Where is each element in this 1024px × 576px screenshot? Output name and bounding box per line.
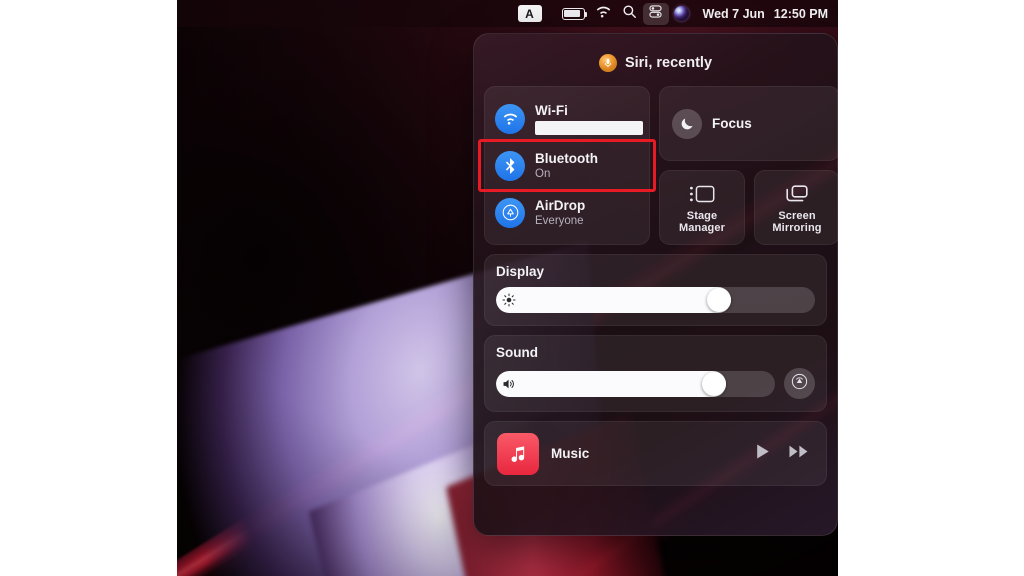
sound-slider-row	[496, 368, 815, 399]
display-brightness-slider[interactable]	[496, 287, 815, 313]
airdrop-label: AirDrop	[535, 197, 586, 213]
control-center-panel: Siri, recently Wi-Fi Bluetooth On AirDro…	[473, 33, 838, 536]
sound-slider-fill	[496, 370, 726, 397]
wifi-network-redacted	[535, 120, 643, 135]
display-slider-fill	[496, 287, 732, 313]
connectivity-item-bluetooth[interactable]: Bluetooth On	[485, 142, 649, 189]
siri-header-label: Siri, recently	[624, 55, 713, 71]
input-source-badge: A	[517, 5, 542, 22]
control-center-icon	[648, 4, 663, 24]
search-icon	[622, 4, 637, 24]
display-title: Display	[496, 264, 545, 279]
wifi-text-block: Wi-Fi	[535, 102, 643, 135]
airplay-audio-button[interactable]	[784, 368, 815, 399]
menubar-wifi[interactable]	[590, 3, 617, 25]
bluetooth-icon	[495, 150, 525, 181]
stage-manager-tile[interactable]: Stage Manager	[659, 170, 745, 245]
screen-mirroring-tile[interactable]: Screen Mirroring	[754, 170, 838, 245]
bluetooth-label: Bluetooth	[535, 150, 598, 166]
screen-mirroring-label: Screen Mirroring	[772, 209, 822, 235]
focus-tile[interactable]: Focus	[659, 86, 838, 161]
siri-recently-header[interactable]: Siri, recently	[484, 44, 827, 82]
airplay-audio-icon	[791, 373, 808, 395]
connectivity-item-wifi[interactable]: Wi-Fi	[485, 95, 649, 142]
bluetooth-status: On	[535, 167, 551, 180]
music-app-icon[interactable]	[497, 432, 539, 475]
control-center-square-row: Stage Manager Screen Mirroring	[659, 170, 838, 245]
play-icon[interactable]	[753, 442, 772, 466]
music-controls	[753, 442, 814, 466]
airdrop-text-block: AirDrop Everyone	[535, 198, 585, 228]
siri-orb-icon	[674, 6, 690, 21]
speaker-icon	[502, 377, 516, 391]
airdrop-status: Everyone	[535, 214, 584, 227]
screenshot-canvas: A Wed 7 Jun 12:50 PM Siri, recently Wi-F…	[0, 0, 1024, 576]
menubar-clock[interactable]: Wed 7 Jun 12:50 PM	[703, 7, 830, 21]
menubar-time: 12:50 PM	[773, 6, 828, 21]
sound-slider-knob[interactable]	[701, 371, 726, 396]
display-slider-row	[496, 287, 815, 313]
battery-icon	[561, 7, 587, 20]
fast-forward-icon[interactable]	[788, 442, 810, 466]
screen-mirroring-icon	[785, 183, 809, 205]
menubar-date: Wed 7 Jun	[702, 6, 765, 21]
menubar-spotlight-search[interactable]	[617, 3, 643, 25]
moon-icon	[672, 108, 702, 139]
connectivity-item-airdrop[interactable]: AirDrop Everyone	[485, 189, 649, 236]
focus-label: Focus	[712, 116, 752, 131]
control-center-right-column: Focus Stage Manager Screen Mirroring	[659, 86, 838, 245]
display-group: Display	[484, 254, 827, 326]
siri-mic-icon	[598, 54, 617, 72]
stage-manager-label: Stage Manager	[679, 209, 725, 235]
stage-manager-icon	[689, 183, 715, 205]
menubar-battery[interactable]	[557, 3, 590, 25]
sound-volume-slider[interactable]	[496, 370, 775, 397]
sound-title: Sound	[496, 345, 538, 360]
menubar-control-center[interactable]	[642, 2, 669, 25]
wifi-icon	[595, 5, 612, 23]
brightness-icon	[502, 293, 516, 307]
menu-bar: A Wed 7 Jun 12:50 PM	[177, 0, 838, 27]
music-label: Music	[551, 446, 590, 461]
macos-desktop: A Wed 7 Jun 12:50 PM Siri, recently Wi-F…	[177, 0, 838, 576]
menubar-input-source[interactable]: A	[513, 3, 557, 25]
wifi-label: Wi-Fi	[535, 102, 568, 118]
sound-group: Sound	[484, 335, 827, 412]
control-center-top-row: Wi-Fi Bluetooth On AirDrop Everyone Focu…	[484, 86, 838, 245]
connectivity-tile: Wi-Fi Bluetooth On AirDrop Everyone	[484, 86, 650, 245]
music-group: Music	[484, 421, 827, 486]
bluetooth-text-block: Bluetooth On	[535, 151, 598, 181]
airdrop-icon	[495, 197, 525, 228]
menubar-siri[interactable]	[669, 3, 695, 25]
wifi-icon	[495, 103, 525, 134]
